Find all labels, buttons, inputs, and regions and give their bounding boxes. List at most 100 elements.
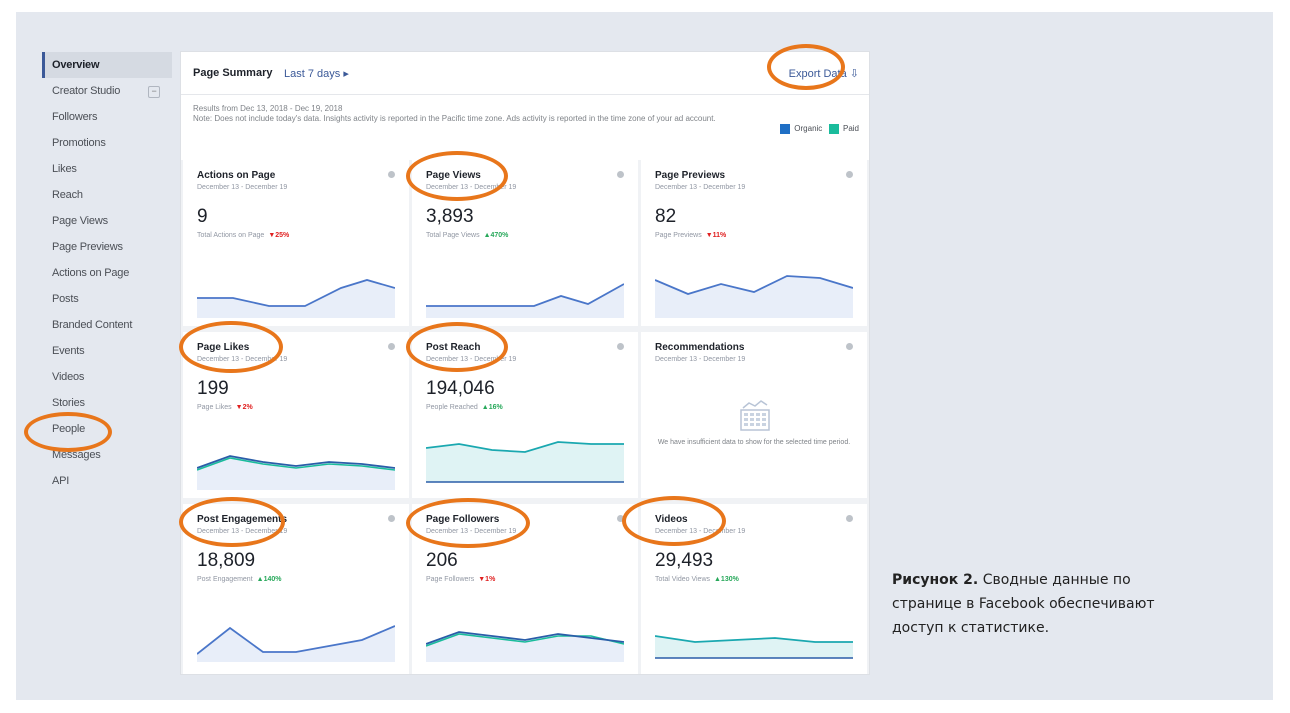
- sidebar-item-label: Promotions: [52, 137, 106, 149]
- metric-label: People Reached: [426, 404, 478, 411]
- metric-label: Page Likes: [197, 404, 232, 411]
- sidebar-item-events[interactable]: Events: [42, 338, 172, 364]
- metric-label: Page Previews: [655, 232, 702, 239]
- sidebar-item-api[interactable]: API: [42, 468, 172, 494]
- download-icon: ⇩: [849, 68, 859, 80]
- sidebar-item-label: Reach: [52, 189, 83, 201]
- sparkline-chart: [426, 441, 624, 483]
- card-title: Actions on Page: [197, 170, 276, 181]
- results-date-line: Results from Dec 13, 2018 - Dec 19, 2018: [193, 104, 343, 113]
- sparkline-chart: [197, 279, 395, 318]
- sidebar-item-label: Creator Studio: [52, 85, 121, 97]
- change-badge: ▼1%: [478, 576, 496, 583]
- sparkline-chart: [655, 635, 853, 659]
- highlight-oval-export: [767, 44, 845, 90]
- sidebar-item-label: Videos: [52, 371, 85, 383]
- card-metric: Total Actions on Page ▼25%: [197, 232, 289, 239]
- sidebar-item-promotions[interactable]: Promotions: [42, 130, 172, 156]
- change-badge: ▲130%: [714, 576, 739, 583]
- legend-organic: Organic: [794, 124, 823, 134]
- sidebar-item-label: Stories: [52, 397, 85, 409]
- metric-label: Total Actions on Page: [197, 232, 265, 239]
- timezone-note: Note: Does not include today's data. Ins…: [193, 114, 716, 123]
- summary-header: Page Summary Last 7 days ▸ Export Data ⇩: [181, 52, 869, 95]
- highlight-oval-page-views: [406, 151, 508, 201]
- sidebar-item-label: Followers: [52, 111, 98, 123]
- card-value: 199: [197, 378, 229, 399]
- card-title: Recommendations: [655, 342, 745, 353]
- sidebar-item-label: Posts: [52, 293, 79, 305]
- sidebar-item-reach[interactable]: Reach: [42, 182, 172, 208]
- info-icon[interactable]: [388, 171, 395, 178]
- sidebar-item-videos[interactable]: Videos: [42, 364, 172, 390]
- results-notes: Results from Dec 13, 2018 - Dec 19, 2018…: [193, 104, 753, 124]
- sidebar-item-label: Page Views: [52, 215, 108, 227]
- card-metric: Post Engagement ▲140%: [197, 576, 282, 583]
- card-actions-on-page[interactable]: Actions on Page December 13 - December 1…: [183, 160, 409, 326]
- metric-label: Total Page Views: [426, 232, 480, 239]
- change-badge: ▼25%: [268, 232, 290, 239]
- sidebar-item-branded-content[interactable]: Branded Content: [42, 312, 172, 338]
- change-badge: ▲470%: [483, 232, 509, 239]
- sidebar-item-overview[interactable]: Overview: [42, 52, 172, 78]
- sidebar-item-creator-studio[interactable]: Creator Studio −: [42, 78, 172, 104]
- date-range-dropdown[interactable]: Last 7 days ▸: [284, 67, 349, 80]
- change-badge: ▲140%: [256, 576, 282, 583]
- metric-label: Post Engagement: [197, 576, 253, 583]
- page-summary-panel: Page Summary Last 7 days ▸ Export Data ⇩…: [180, 51, 870, 675]
- page-title: Page Summary: [193, 67, 273, 79]
- sidebar-item-posts[interactable]: Posts: [42, 286, 172, 312]
- sparkline-chart: [655, 275, 853, 318]
- sparkline-chart: [197, 625, 395, 662]
- info-icon[interactable]: [846, 515, 853, 522]
- insufficient-data-message: We have insufficient data to show for th…: [657, 439, 851, 446]
- organic-swatch: [780, 124, 791, 134]
- highlight-oval-page-likes: [179, 321, 283, 373]
- sidebar-item-label: API: [52, 475, 70, 487]
- change-badge: ▲16%: [481, 404, 503, 411]
- sidebar-item-page-previews[interactable]: Page Previews: [42, 234, 172, 260]
- chart-legend: Organic Paid: [780, 124, 859, 134]
- info-icon[interactable]: [388, 515, 395, 522]
- sidebar-item-label: Events: [52, 345, 85, 357]
- highlight-oval-people: [24, 412, 112, 452]
- card-value: 194,046: [426, 378, 495, 399]
- sidebar-item-likes[interactable]: Likes: [42, 156, 172, 182]
- card-metric: Total Page Views ▲470%: [426, 232, 508, 239]
- card-date-range: December 13 - December 19: [655, 356, 746, 363]
- calendar-chart-icon: [740, 400, 770, 431]
- card-recommendations[interactable]: Recommendations December 13 - December 1…: [641, 332, 867, 498]
- highlight-oval-page-followers: [406, 498, 530, 548]
- card-value: 3,893: [426, 206, 474, 227]
- sparkline-chart: [426, 631, 624, 662]
- card-date-range: December 13 - December 19: [197, 184, 288, 191]
- metric-label: Total Video Views: [655, 576, 710, 583]
- card-page-previews[interactable]: Page Previews December 13 - December 19 …: [641, 160, 867, 326]
- highlight-oval-post-engagements: [179, 497, 285, 547]
- info-icon[interactable]: [617, 343, 624, 350]
- sidebar-item-page-views[interactable]: Page Views: [42, 208, 172, 234]
- collapse-icon[interactable]: −: [148, 86, 160, 98]
- card-date-range: December 13 - December 19: [655, 184, 746, 191]
- card-value: 29,493: [655, 550, 714, 571]
- info-icon[interactable]: [388, 343, 395, 350]
- card-metric: Page Likes ▼2%: [197, 404, 253, 411]
- info-icon[interactable]: [846, 343, 853, 350]
- info-icon[interactable]: [846, 171, 853, 178]
- change-badge: ▼11%: [705, 232, 727, 239]
- info-icon[interactable]: [617, 171, 624, 178]
- sidebar-item-actions-on-page[interactable]: Actions on Page: [42, 260, 172, 286]
- card-title: Page Previews: [655, 170, 726, 181]
- card-value: 9: [197, 206, 208, 227]
- legend-paid: Paid: [842, 124, 859, 134]
- sidebar-item-label: Likes: [52, 163, 77, 175]
- card-metric: Page Followers ▼1%: [426, 576, 495, 583]
- sparkline-chart: [197, 455, 395, 490]
- sidebar-item-followers[interactable]: Followers: [42, 104, 172, 130]
- sidebar-item-label: Page Previews: [52, 241, 123, 253]
- change-badge: ▼2%: [235, 404, 253, 411]
- card-value: 206: [426, 550, 458, 571]
- paid-swatch: [828, 124, 839, 134]
- card-metric: Total Video Views ▲130%: [655, 576, 739, 583]
- figure-caption: Рисунок 2. Сводные данные по странице в …: [892, 568, 1192, 640]
